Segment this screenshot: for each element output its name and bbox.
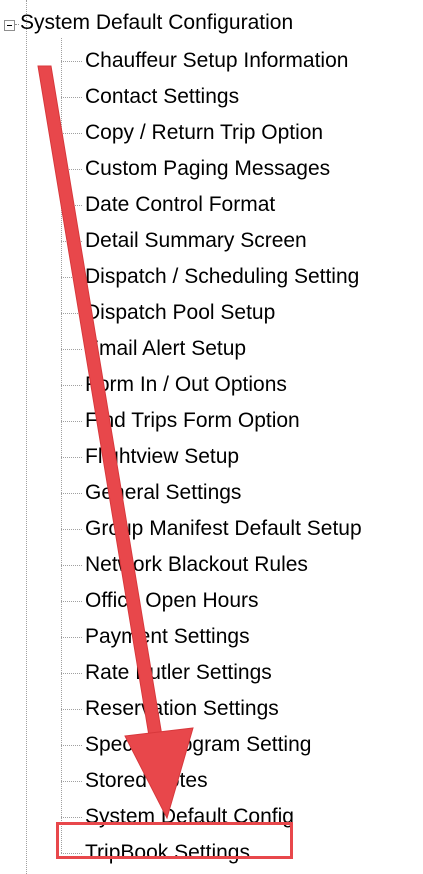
tree-connector: [61, 277, 82, 278]
tree-item-label[interactable]: Chauffeur Setup Information: [85, 49, 348, 73]
tree-item-payment-settings[interactable]: Payment Settings: [61, 620, 411, 654]
tree-item-label[interactable]: General Settings: [85, 481, 241, 505]
tree-item-stored-notes[interactable]: Stored Notes: [61, 764, 411, 798]
tree-item-label[interactable]: Form In / Out Options: [85, 373, 287, 397]
tree-connector: [61, 673, 82, 674]
tree-item-system-default-config[interactable]: System Default Config: [61, 800, 411, 834]
tree-connector: [61, 421, 82, 422]
tree-item-dispatch-pool-setup[interactable]: Dispatch Pool Setup: [61, 296, 411, 330]
tree-connector: [61, 97, 82, 98]
tree-item-contact-settings[interactable]: Contact Settings: [61, 80, 411, 114]
tree-guide-line: [26, 0, 27, 874]
tree-item-label[interactable]: Copy / Return Trip Option: [85, 121, 323, 145]
tree-connector: [61, 133, 82, 134]
tree-item-label[interactable]: Email Alert Setup: [85, 337, 246, 361]
tree-item-label[interactable]: Dispatch / Scheduling Setting: [85, 265, 359, 289]
tree-item-label[interactable]: Date Control Format: [85, 193, 275, 217]
tree-item-date-control-format[interactable]: Date Control Format: [61, 188, 411, 222]
tree-connector: [61, 241, 82, 242]
tree-item-label[interactable]: Custom Paging Messages: [85, 157, 330, 181]
tree-connector: [61, 169, 82, 170]
tree-item-label[interactable]: Dispatch Pool Setup: [85, 301, 275, 325]
settings-tree: System Default Configuration Chauffeur S…: [0, 0, 423, 874]
tree-item-flightview-setup[interactable]: Flightview Setup: [61, 440, 411, 474]
tree-item-label[interactable]: Detail Summary Screen: [85, 229, 307, 253]
tree-item-label[interactable]: Payment Settings: [85, 625, 250, 649]
tree-item-detail-summary-screen[interactable]: Detail Summary Screen: [61, 224, 411, 258]
tree-item-network-blackout-rules[interactable]: Network Blackout Rules: [61, 548, 411, 582]
tree-item-group-manifest-default-setup[interactable]: Group Manifest Default Setup: [61, 512, 411, 546]
tree-connector: [61, 205, 82, 206]
tree-connector: [61, 601, 82, 602]
tree-item-reservation-settings[interactable]: Reservation Settings: [61, 692, 411, 726]
tree-connector: [61, 781, 82, 782]
tree-connector: [61, 565, 82, 566]
tree-item-label[interactable]: Group Manifest Default Setup: [85, 517, 362, 541]
tree-connector: [61, 529, 82, 530]
tree-item-label[interactable]: Stored Notes: [85, 769, 208, 793]
tree-item-email-alert-setup[interactable]: Email Alert Setup: [61, 332, 411, 366]
tree-connector: [61, 313, 82, 314]
tree-root-label[interactable]: System Default Configuration: [20, 11, 293, 35]
tree-connector: [15, 24, 19, 25]
tree-item-label[interactable]: Find Trips Form Option: [85, 409, 300, 433]
tree-connector: [61, 349, 82, 350]
tree-connector: [61, 637, 82, 638]
tree-item-label[interactable]: Office Open Hours: [85, 589, 259, 613]
tree-item-label[interactable]: Flightview Setup: [85, 445, 239, 469]
tree-connector: [61, 817, 82, 818]
tree-item-label[interactable]: Rate Butler Settings: [85, 661, 272, 685]
tree-item-find-trips-form-option[interactable]: Find Trips Form Option: [61, 404, 411, 438]
tree-item-general-settings[interactable]: General Settings: [61, 476, 411, 510]
tree-root-system-default-configuration[interactable]: System Default Configuration: [0, 8, 423, 38]
tree-item-custom-paging-messages[interactable]: Custom Paging Messages: [61, 152, 411, 186]
tree-connector: [61, 709, 82, 710]
tree-item-label[interactable]: Special Program Setting: [85, 733, 311, 757]
tree-item-label[interactable]: Network Blackout Rules: [85, 553, 308, 577]
tree-item-office-open-hours[interactable]: Office Open Hours: [61, 584, 411, 618]
tree-item-label[interactable]: Contact Settings: [85, 85, 239, 109]
tree-connector: [61, 745, 82, 746]
tree-connector: [61, 61, 82, 62]
tree-item-label[interactable]: TripBook Settings: [85, 841, 250, 865]
tree-connector: [61, 385, 82, 386]
tree-connector: [61, 853, 82, 854]
tree-item-tripbook-settings[interactable]: TripBook Settings: [61, 836, 411, 870]
collapse-minus-icon[interactable]: [4, 20, 15, 31]
tree-item-special-program-setting[interactable]: Special Program Setting: [61, 728, 411, 762]
tree-connector: [61, 457, 82, 458]
tree-item-form-in-out-options[interactable]: Form In / Out Options: [61, 368, 411, 402]
tree-connector: [61, 493, 82, 494]
tree-item-label[interactable]: Reservation Settings: [85, 697, 279, 721]
tree-item-copy-return-trip-option[interactable]: Copy / Return Trip Option: [61, 116, 411, 150]
tree-item-label[interactable]: System Default Config: [85, 805, 294, 829]
tree-item-chauffeur-setup-information[interactable]: Chauffeur Setup Information: [61, 44, 411, 78]
tree-item-dispatch-scheduling-setting[interactable]: Dispatch / Scheduling Setting: [61, 260, 411, 294]
tree-item-rate-butler-settings[interactable]: Rate Butler Settings: [61, 656, 411, 690]
